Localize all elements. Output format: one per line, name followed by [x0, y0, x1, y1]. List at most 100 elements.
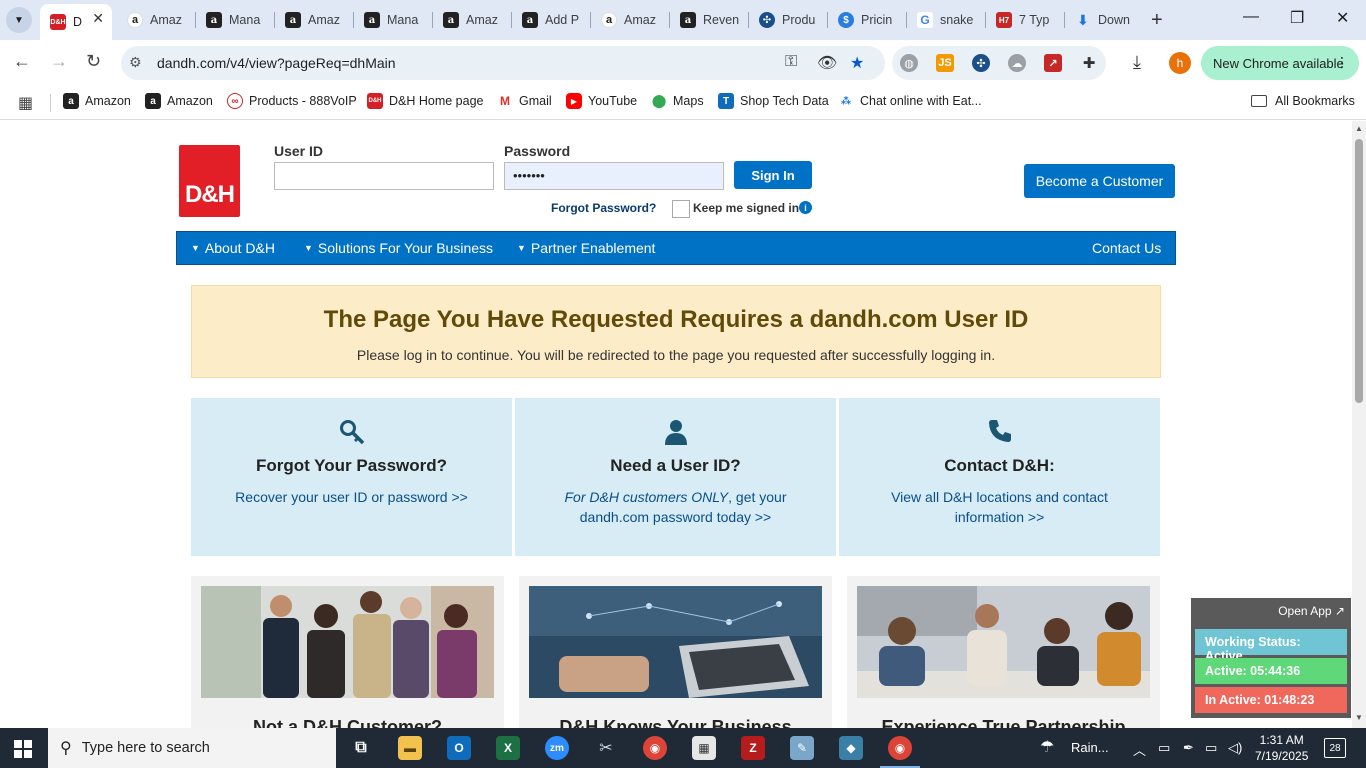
page-scrollbar[interactable]: ▲ ▼ — [1352, 121, 1366, 728]
bookmark-gmail[interactable]: M Gmail — [497, 93, 552, 109]
forward-button[interactable]: → — [50, 51, 68, 72]
password-input[interactable]: ••••••• — [504, 162, 724, 190]
weather-icon[interactable]: ☂ — [1040, 737, 1054, 757]
puzzle-extensions-icon[interactable]: ✚ — [1080, 54, 1098, 72]
tab[interactable]: a Mana — [354, 6, 433, 34]
password-key-icon[interactable]: ⚿ — [785, 53, 797, 71]
file-explorer-icon[interactable]: ▬ — [398, 736, 422, 760]
user-icon — [515, 418, 836, 446]
promo-not-customer[interactable]: Not a D&H Customer? — [191, 576, 504, 728]
chrome-update-button[interactable]: New Chrome available ⋮ — [1201, 46, 1359, 80]
all-bookmarks-button[interactable]: All Bookmarks — [1251, 94, 1355, 108]
nav-contact[interactable]: Contact Us — [1092, 240, 1161, 256]
filezilla-icon[interactable]: Z — [741, 736, 765, 760]
tab[interactable]: a Mana — [196, 6, 275, 34]
scroll-down-icon[interactable]: ▼ — [1355, 713, 1363, 722]
get-password-link[interactable]: For D&H customers ONLY, get your dandh.c… — [545, 487, 806, 527]
menu-dots-icon[interactable]: ⋮ — [1335, 54, 1349, 71]
eye-off-icon[interactable]: 👁 — [817, 53, 837, 73]
keep-signed-in-checkbox[interactable] — [672, 200, 690, 218]
sign-in-button[interactable]: Sign In — [734, 161, 812, 189]
notes-app-icon[interactable]: ✎ — [790, 736, 814, 760]
tab[interactable]: Gsnake — [907, 6, 986, 34]
site-info-icon[interactable]: ⚙ — [129, 54, 142, 71]
bookmark-dh-home[interactable]: D&H D&H Home page — [367, 93, 484, 109]
chrome-profile-icon[interactable]: ◉ — [643, 736, 667, 760]
tab[interactable]: a Amaz — [117, 6, 196, 34]
taskbar-search[interactable]: ⚲ Type here to search — [48, 728, 336, 768]
restore-button[interactable]: ❐ — [1290, 8, 1304, 28]
tab-strip: ▼ D&H D ✕ a Amaz a Mana a Amaz a Mana a Amaz … — [0, 0, 1366, 40]
cloud-extension-icon[interactable]: ☁ — [1008, 54, 1026, 72]
pen-icon[interactable]: ✒ — [1183, 740, 1194, 756]
promo-partnership[interactable]: Experience True Partnership — [847, 576, 1160, 728]
locations-link[interactable]: View all D&H locations and contact infor… — [869, 487, 1130, 527]
tab[interactable]: a Amaz — [591, 6, 670, 34]
downloads-icon[interactable]: ⤓ — [1133, 52, 1141, 73]
back-button[interactable]: ← — [13, 51, 31, 72]
bookmark-amazon-2[interactable]: a Amazon — [145, 93, 213, 109]
weather-text[interactable]: Rain... — [1071, 740, 1109, 755]
forgot-password-link[interactable]: Forgot Password? — [551, 201, 656, 215]
zoom-icon[interactable]: zm — [545, 736, 569, 760]
notifications-icon[interactable]: 28 — [1324, 738, 1346, 758]
chevron-up-icon[interactable]: ︿ — [1133, 740, 1146, 759]
nav-partner[interactable]: ▼ Partner Enablement — [517, 240, 655, 256]
tab[interactable]: a Amaz — [433, 6, 512, 34]
bookmark-amazon[interactable]: a Amazon — [63, 93, 131, 109]
nav-about[interactable]: ▼ About D&H — [191, 240, 275, 256]
excel-icon[interactable]: X — [496, 736, 520, 760]
device-icon[interactable]: ▭ — [1158, 740, 1170, 756]
volume-icon[interactable]: ◁) — [1228, 740, 1242, 756]
outlook-icon[interactable]: O — [447, 736, 471, 760]
tab[interactable]: ✣ Produ — [749, 6, 828, 34]
url-text[interactable]: dandh.com/v4/view?pageReq=dhMain — [157, 55, 396, 71]
open-app-button[interactable]: Open App ↗ — [1278, 604, 1345, 618]
tab[interactable]: a Add P — [512, 6, 591, 34]
profile-avatar[interactable]: h — [1169, 52, 1191, 74]
address-bar[interactable]: ⚙ dandh.com/v4/view?pageReq=dhMain ⚿ 👁 ★ — [121, 46, 885, 80]
network-icon[interactable]: ▭ — [1205, 740, 1217, 756]
tab[interactable]: $ Pricin — [828, 6, 907, 34]
snipping-tool-icon[interactable]: ✂ — [594, 736, 618, 760]
windows-start-icon[interactable] — [14, 740, 32, 758]
nav-solutions[interactable]: ▼ Solutions For Your Business — [304, 240, 493, 256]
reload-button[interactable]: ↻ — [86, 51, 101, 72]
bookmark-youtube[interactable]: ▶ YouTube — [566, 93, 637, 109]
bookmark-techdata[interactable]: T Shop Tech Data — [718, 93, 829, 109]
system-clock[interactable]: 1:31 AM 7/19/2025 — [1255, 732, 1308, 764]
bookmark-chat[interactable]: ⁂ Chat online with Eat... — [838, 93, 982, 109]
arrow-extension-icon[interactable]: ↗ — [1044, 54, 1062, 72]
apps-grid-icon[interactable]: ▦ — [18, 93, 33, 113]
info-icon[interactable]: i — [799, 201, 812, 214]
user-id-input[interactable] — [274, 162, 494, 190]
tab[interactable]: H7 7 Typ — [986, 6, 1065, 34]
bookmark-maps[interactable]: ⬤ Maps — [651, 93, 704, 109]
calculator-icon[interactable]: ▦ — [692, 736, 716, 760]
scroll-thumb[interactable] — [1355, 139, 1363, 403]
tab[interactable]: a Reven — [670, 6, 749, 34]
tab-dandh[interactable]: D&H D ✕ — [40, 4, 112, 40]
task-view-icon[interactable]: ⧉ — [349, 736, 373, 760]
dh-favicon: D&H — [50, 14, 66, 30]
tab[interactable]: ⬇ Down — [1065, 6, 1144, 34]
chrome-icon[interactable]: ◉ — [888, 736, 912, 760]
minimize-button[interactable]: — — [1243, 8, 1259, 26]
recover-link[interactable]: Recover your user ID or password >> — [221, 487, 482, 507]
dh-logo[interactable]: D&H — [179, 145, 240, 217]
link-extension-icon[interactable]: ✣ — [972, 54, 990, 72]
network-app-icon[interactable]: ◆ — [839, 736, 863, 760]
close-tab-icon[interactable]: ✕ — [92, 10, 104, 27]
become-customer-button[interactable]: Become a Customer — [1024, 164, 1175, 198]
bookmark-star-icon[interactable]: ★ — [850, 53, 864, 73]
bookmark-888voip[interactable]: ∞ Products - 888VoIP — [227, 93, 357, 109]
close-window-button[interactable]: ✕ — [1336, 8, 1349, 28]
scroll-up-icon[interactable]: ▲ — [1355, 124, 1363, 133]
tab[interactable]: a Amaz — [275, 6, 354, 34]
new-tab-button[interactable]: + — [1151, 9, 1163, 32]
techdata-favicon: T — [718, 93, 734, 109]
promo-knows-business[interactable]: D&H Knows Your Business — [519, 576, 832, 728]
tab-search-button[interactable]: ▼ — [6, 7, 32, 33]
js-extension-icon[interactable]: JS — [936, 54, 954, 72]
globe-extension-icon[interactable]: ◍ — [900, 54, 918, 72]
